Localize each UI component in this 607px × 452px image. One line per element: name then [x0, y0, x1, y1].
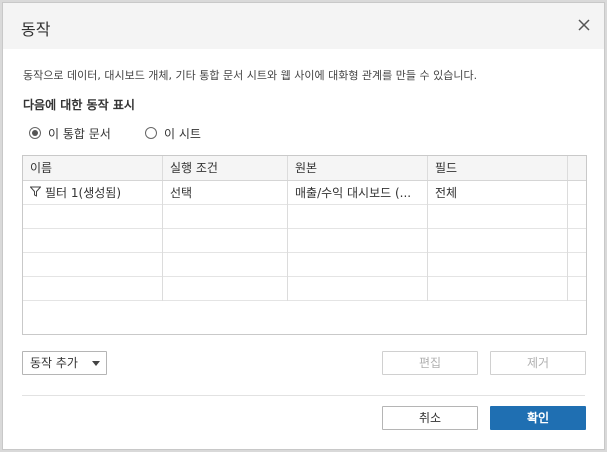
empty-cell — [288, 253, 428, 277]
radio-this-sheet[interactable]: 이 시트 — [145, 123, 201, 143]
actions-dialog: 동작 동작으로 데이터, 대시보드 개체, 기타 통합 문서 시트와 웹 사이에… — [2, 2, 605, 450]
column-header-source[interactable]: 원본 — [288, 156, 428, 180]
add-action-dropdown[interactable]: 동작 추가 — [22, 351, 107, 375]
empty-cell — [428, 277, 568, 301]
show-actions-heading: 다음에 대한 동작 표시 — [23, 98, 135, 112]
spacer-cell — [568, 181, 586, 205]
add-action-label: 동작 추가 — [30, 356, 78, 370]
radio-label: 이 시트 — [164, 126, 201, 141]
empty-cell — [288, 277, 428, 301]
empty-cell — [428, 205, 568, 229]
radio-button-checked[interactable] — [29, 127, 41, 139]
radio-this-workbook[interactable]: 이 통합 문서 — [29, 123, 111, 143]
column-header-fields[interactable]: 필드 — [428, 156, 568, 180]
empty-cell — [163, 277, 288, 301]
table-header: 이름 실행 조건 원본 필드 — [23, 156, 586, 181]
dialog-title: 동작 — [21, 20, 51, 39]
action-name-cell: 필터 1(생성됨) — [23, 181, 163, 205]
fields-cell: 전체 — [428, 181, 568, 205]
empty-cell — [163, 205, 288, 229]
table-row[interactable]: 필터 1(생성됨) 선택 매출/수익 대시보드 (... 전체 — [23, 181, 586, 205]
column-header-spacer — [568, 156, 586, 180]
dialog-description: 동작으로 데이터, 대시보드 개체, 기타 통합 문서 시트와 웹 사이에 대화… — [23, 69, 478, 82]
empty-cell — [428, 253, 568, 277]
empty-row — [23, 205, 586, 229]
column-header-run-on[interactable]: 실행 조건 — [163, 156, 288, 180]
empty-cell — [163, 229, 288, 253]
action-name: 필터 1(생성됨) — [45, 186, 122, 200]
run-on-cell: 선택 — [163, 181, 288, 205]
empty-row — [23, 253, 586, 277]
filter-icon — [29, 181, 42, 205]
column-header-name[interactable]: 이름 — [23, 156, 163, 180]
footer-divider — [22, 395, 585, 396]
chevron-down-icon — [92, 361, 100, 366]
empty-cell — [288, 229, 428, 253]
close-icon[interactable] — [574, 15, 594, 35]
empty-cell — [288, 205, 428, 229]
empty-cell — [428, 229, 568, 253]
edit-button[interactable]: 편집 — [382, 351, 478, 375]
radio-label: 이 통합 문서 — [48, 126, 111, 141]
remove-button[interactable]: 제거 — [490, 351, 586, 375]
empty-cell — [23, 277, 163, 301]
empty-row — [23, 229, 586, 253]
actions-table: 이름 실행 조건 원본 필드 필터 1(생성됨) 선택 매출/수익 대시보드 (… — [22, 155, 587, 335]
radio-button[interactable] — [145, 127, 157, 139]
empty-cell — [163, 253, 288, 277]
empty-cell — [23, 253, 163, 277]
dialog-header: 동작 — [3, 3, 604, 49]
ok-button[interactable]: 확인 — [490, 406, 586, 430]
empty-cell — [23, 205, 163, 229]
empty-row — [23, 277, 586, 301]
source-cell: 매출/수익 대시보드 (... — [288, 181, 428, 205]
empty-cell — [23, 229, 163, 253]
cancel-button[interactable]: 취소 — [382, 406, 478, 430]
